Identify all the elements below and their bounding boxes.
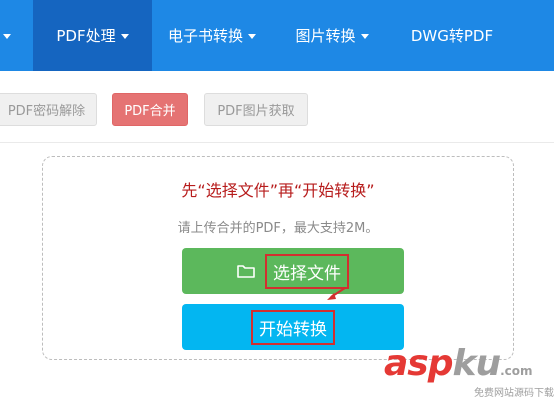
nav-item-image-conversion[interactable]: 图片转换 bbox=[280, 0, 384, 71]
nav-item-label: 电子书转换 bbox=[167, 27, 243, 45]
tab-label: PDF合并 bbox=[124, 104, 176, 119]
upload-size-note: 请上传合并的PDF，最大支持2M。 bbox=[177, 221, 379, 236]
nav-item-label: 图片转换 bbox=[295, 27, 356, 45]
top-nav: PDF处理 电子书转换 图片转换 DWG转PDF bbox=[0, 0, 554, 71]
tab-pdf-image-extract[interactable]: PDF图片获取 bbox=[204, 93, 308, 126]
nav-item-pdf-processing[interactable]: PDF处理 bbox=[33, 0, 152, 71]
select-file-label: 选择文件 bbox=[273, 263, 341, 284]
nav-item-dwg-to-pdf[interactable]: DWG转PDF bbox=[396, 0, 508, 71]
nav-item-partial[interactable] bbox=[0, 0, 18, 71]
nav-item-label: PDF处理 bbox=[56, 27, 116, 45]
chevron-down-icon bbox=[360, 34, 369, 39]
watermark-logo-ku: ku bbox=[452, 343, 502, 384]
select-file-button[interactable]: 选择文件 bbox=[182, 248, 404, 294]
chevron-down-icon bbox=[2, 34, 11, 39]
folder-icon bbox=[237, 265, 255, 278]
select-file-highlight: 选择文件 bbox=[265, 253, 349, 289]
watermark-logo-asp: asp bbox=[384, 343, 453, 384]
upload-instruction: 先“选择文件”再“开始转换” bbox=[181, 181, 375, 200]
watermark-tagline: 免费网站源码下载站! bbox=[474, 388, 554, 399]
watermark-logo: aspku.com bbox=[384, 346, 533, 389]
start-conversion-highlight: 开始转换 bbox=[251, 309, 335, 345]
annotation-arrow-icon bbox=[327, 287, 346, 300]
chevron-down-icon bbox=[248, 34, 256, 39]
start-conversion-label: 开始转换 bbox=[259, 319, 327, 340]
sub-tabs: PDF密码解除 PDF合并 PDF图片获取 bbox=[0, 71, 554, 143]
start-conversion-button[interactable]: 开始转换 bbox=[182, 304, 404, 350]
nav-item-ebook-conversion[interactable]: 电子书转换 bbox=[152, 0, 272, 71]
tab-pdf-merge[interactable]: PDF合并 bbox=[112, 93, 188, 126]
tab-pdf-password-removal[interactable]: PDF密码解除 bbox=[0, 93, 97, 126]
tab-label: PDF密码解除 bbox=[7, 104, 86, 119]
nav-item-label: DWG转PDF bbox=[410, 27, 494, 45]
tab-label: PDF图片获取 bbox=[217, 104, 295, 119]
chevron-down-icon bbox=[120, 34, 129, 39]
watermark-logo-dot: .com bbox=[500, 364, 533, 378]
